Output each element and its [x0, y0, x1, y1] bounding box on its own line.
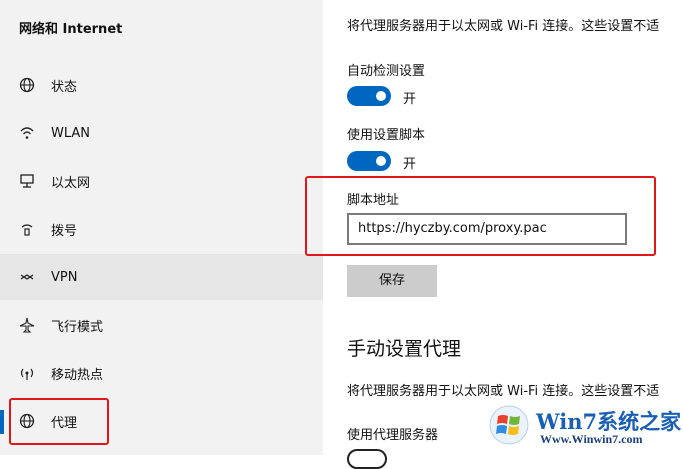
manual-proxy-description: 将代理服务器用于以太网或 Wi-Fi 连接。这些设置不适	[347, 384, 660, 399]
save-button[interactable]: 保存	[347, 265, 437, 297]
sidebar-item-airplane[interactable]: 飞行模式	[0, 302, 323, 348]
windows-logo-icon	[489, 405, 529, 445]
sidebar-item-dialup[interactable]: 拨号	[0, 206, 323, 252]
selected-indicator	[0, 410, 4, 434]
auto-detect-toggle[interactable]	[347, 86, 391, 106]
sidebar-item-status[interactable]: 状态	[0, 62, 323, 108]
sidebar-item-vpn[interactable]: VPN	[0, 254, 323, 300]
sidebar-item-label: 拨号	[51, 223, 78, 239]
sidebar-item-label: 以太网	[51, 175, 91, 191]
annotation-highlight-proxy	[9, 398, 109, 445]
auto-detect-state: 开	[403, 92, 417, 107]
sidebar-item-label: WLAN	[51, 125, 91, 141]
use-script-state: 开	[403, 157, 417, 172]
sidebar-item-ethernet[interactable]: 以太网	[0, 158, 323, 204]
use-script-toggle[interactable]	[347, 151, 391, 171]
watermark-url: Www.Winwin7.com	[540, 432, 643, 446]
sidebar-item-wlan[interactable]: WLAN	[0, 110, 323, 156]
globe-status-icon	[17, 75, 37, 95]
toggle-knob	[376, 91, 386, 101]
sidebar-item-label: 状态	[51, 79, 78, 95]
wifi-icon	[17, 123, 37, 143]
use-script-label: 使用设置脚本	[347, 128, 426, 143]
sidebar-item-label: 飞行模式	[51, 319, 104, 335]
dialup-icon	[17, 219, 37, 239]
auto-detect-label: 自动检测设置	[347, 64, 426, 79]
vpn-icon	[17, 267, 37, 287]
auto-proxy-description: 将代理服务器用于以太网或 Wi-Fi 连接。这些设置不适	[347, 19, 660, 34]
watermark: Win7系统之家 Www.Winwin7.com	[486, 398, 683, 455]
hotspot-icon	[17, 363, 37, 383]
sidebar-item-hotspot[interactable]: 移动热点	[0, 350, 323, 396]
manual-proxy-heading: 手动设置代理	[347, 338, 462, 360]
sidebar: 网络和 Internet 状态 WLAN 以太网 拨号 VPN 飞行模式 移动热…	[0, 0, 323, 455]
airplane-icon	[17, 315, 37, 335]
use-proxy-label: 使用代理服务器	[347, 428, 439, 443]
sidebar-item-label: 移动热点	[51, 367, 104, 383]
script-address-input[interactable]: https://hyczby.com/proxy.pac	[347, 213, 627, 245]
toggle-knob	[376, 156, 386, 166]
script-address-label: 脚本地址	[347, 193, 400, 208]
main-content: 将代理服务器用于以太网或 Wi-Fi 连接。这些设置不适 自动检测设置 开 使用…	[305, 0, 683, 469]
sidebar-title: 网络和 Internet	[19, 22, 123, 37]
use-proxy-toggle[interactable]	[347, 449, 387, 469]
sidebar-item-label: VPN	[51, 269, 78, 285]
ethernet-icon	[17, 171, 37, 191]
